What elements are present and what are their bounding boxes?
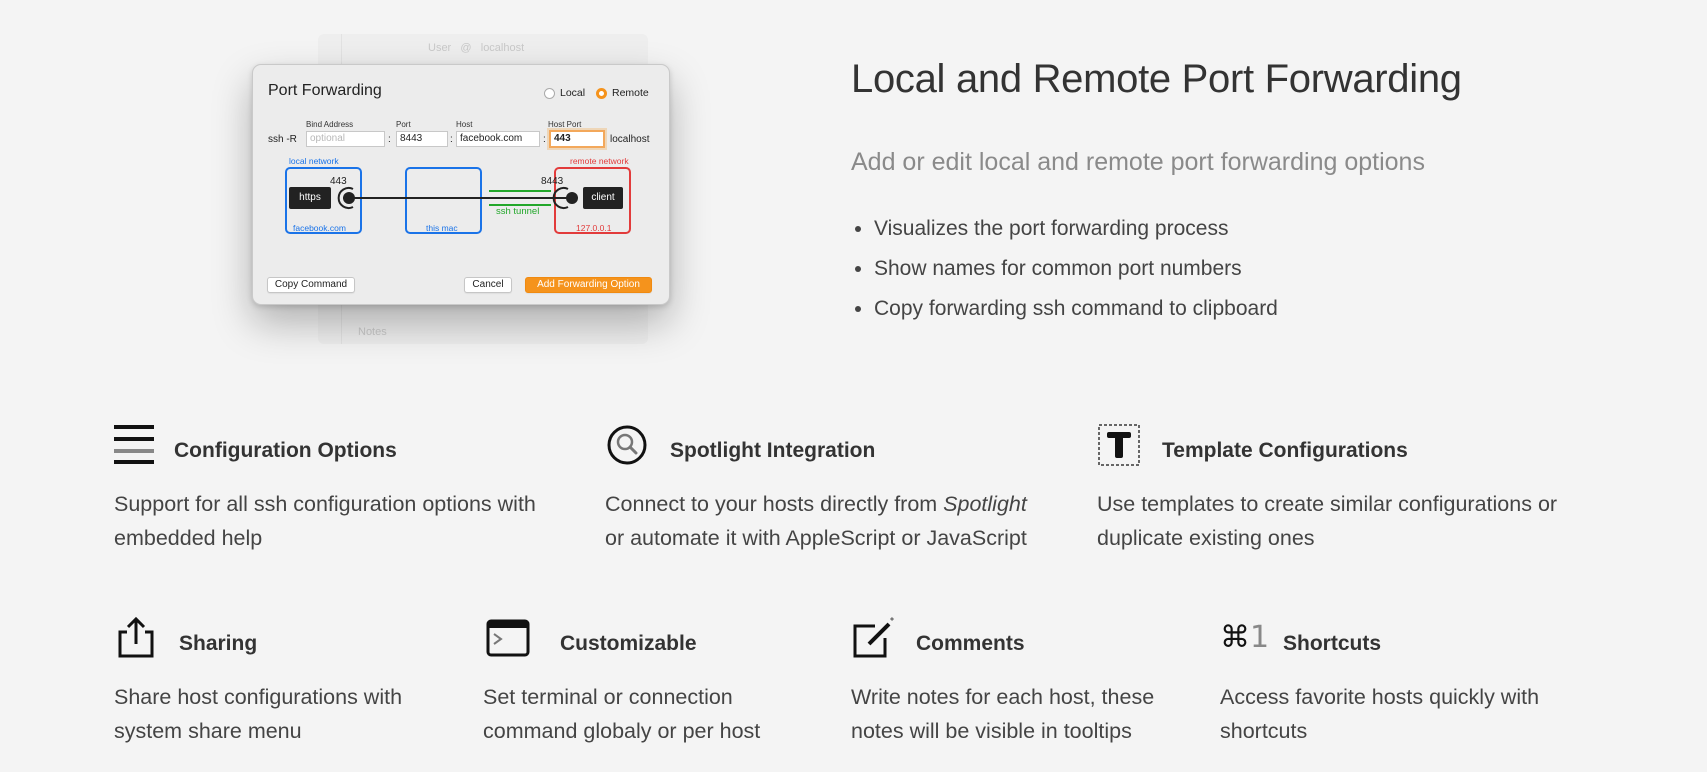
colon-1: :: [388, 134, 391, 145]
radio-remote[interactable]: Remote: [596, 87, 649, 99]
radio-remote-dot[interactable]: [596, 87, 607, 99]
feature-description: Connect to your hosts directly from Spot…: [605, 487, 1085, 555]
forwarding-diagram: local network remote network https 443 c…: [253, 155, 671, 245]
feature-title: Template Configurations: [1162, 439, 1408, 462]
background-at-sign: @: [460, 42, 472, 54]
list-icon: [114, 425, 154, 464]
colon-2: :: [450, 134, 453, 145]
shortcut-number: 1: [1250, 620, 1270, 655]
background-host-value: localhost: [480, 42, 525, 54]
hero-bullet: Copy forwarding ssh command to clipboard: [874, 294, 1278, 334]
port-forwarding-dialog: Port Forwarding Local Remote Bind Addres…: [252, 64, 670, 305]
right-endpoint: [566, 192, 578, 204]
this-mac-caption: this mac: [426, 223, 458, 233]
command-symbol: ⌘: [1220, 620, 1250, 655]
command-key-icon: ⌘1: [1220, 616, 1270, 660]
dialog-title: Port Forwarding: [268, 82, 382, 99]
spotlight-icon: [607, 425, 647, 465]
feature-spotlight-integration: Spotlight Integration Connect to your ho…: [605, 423, 1075, 563]
comment-edit-icon: [853, 616, 895, 658]
host-input[interactable]: facebook.com: [456, 131, 540, 147]
bind-address-input[interactable]: optional: [306, 131, 385, 147]
feature-template-configurations: Template Configurations Use templates to…: [1097, 423, 1577, 563]
spotlight-emphasis: Spotlight: [943, 492, 1027, 516]
radio-remote-label: Remote: [612, 87, 649, 99]
left-host-caption: facebook.com: [293, 223, 346, 233]
host-label: Host: [456, 120, 473, 129]
command-prefix: ssh -R: [268, 134, 297, 145]
share-icon: [118, 616, 154, 658]
background-user-row: User @ localhost: [428, 42, 524, 54]
right-host-caption: 127.0.0.1: [576, 223, 612, 233]
feature-description: Use templates to create similar configur…: [1097, 492, 1558, 550]
port-input[interactable]: 8443: [396, 131, 448, 147]
feature-title: Customizable: [560, 632, 697, 655]
template-icon: [1098, 424, 1140, 466]
feature-shortcuts: ⌘1 Shortcuts Access favorite hosts quick…: [1220, 616, 1580, 756]
ssh-tunnel-caption: ssh tunnel: [496, 206, 540, 217]
host-port-input[interactable]: 443: [549, 130, 605, 148]
feature-sharing: Sharing Share host configurations with s…: [114, 616, 454, 756]
left-port-number: 443: [330, 176, 347, 187]
terminal-icon: [486, 619, 530, 657]
port-label: Port: [396, 120, 411, 129]
right-port-number: 8443: [541, 176, 564, 187]
colon-3: :: [543, 134, 546, 145]
https-tag: https: [289, 187, 331, 209]
radio-local-label: Local: [560, 87, 586, 99]
port-forwarding-screenshot: User @ localhost Notes Port Forwarding L…: [218, 34, 698, 350]
feature-description: Access favorite hosts quickly with short…: [1220, 685, 1540, 743]
background-notes-label: Notes: [358, 326, 387, 338]
add-forwarding-option-button[interactable]: Add Forwarding Option: [525, 277, 652, 293]
feature-title: Shortcuts: [1283, 632, 1382, 655]
cancel-button[interactable]: Cancel: [464, 277, 512, 293]
feature-configuration-options: Configuration Options Support for all ss…: [114, 423, 584, 563]
hero-title: Local and Remote Port Forwarding: [851, 57, 1462, 101]
hero-bullet-list: Visualizes the port forwarding process S…: [874, 214, 1278, 334]
feature-title: Comments: [916, 632, 1025, 655]
radio-local-dot[interactable]: [544, 87, 555, 99]
hero-subtitle: Add or edit local and remote port forwar…: [851, 148, 1425, 176]
hero-bullet: Visualizes the port forwarding process: [874, 214, 1278, 254]
bind-address-label: Bind Address: [306, 120, 354, 129]
left-endpoint: [343, 192, 355, 204]
feature-customizable: Customizable Set terminal or connection …: [483, 616, 823, 756]
feature-description-end: or automate it with AppleScript or JavaS…: [605, 526, 1027, 550]
client-tag: client: [583, 187, 623, 209]
feature-description: Set terminal or connection command globa…: [483, 685, 761, 743]
copy-command-button[interactable]: Copy Command: [267, 277, 355, 293]
feature-description: Share host configurations with system sh…: [114, 685, 403, 743]
feature-title: Sharing: [179, 632, 258, 655]
feature-description: Support for all ssh configuration option…: [114, 492, 536, 550]
feature-comments: Comments Write notes for each host, thes…: [851, 616, 1191, 756]
background-user-label: User: [428, 42, 452, 54]
feature-title: Spotlight Integration: [670, 439, 876, 462]
feature-title: Configuration Options: [174, 439, 397, 462]
feature-description-start: Connect to your hosts directly from: [605, 492, 944, 516]
radio-local[interactable]: Local: [544, 87, 585, 99]
hero-bullet: Show names for common port numbers: [874, 254, 1278, 294]
destination-label: localhost: [610, 134, 650, 145]
feature-description: Write notes for each host, these notes w…: [851, 685, 1155, 743]
host-port-label: Host Port: [548, 120, 582, 129]
